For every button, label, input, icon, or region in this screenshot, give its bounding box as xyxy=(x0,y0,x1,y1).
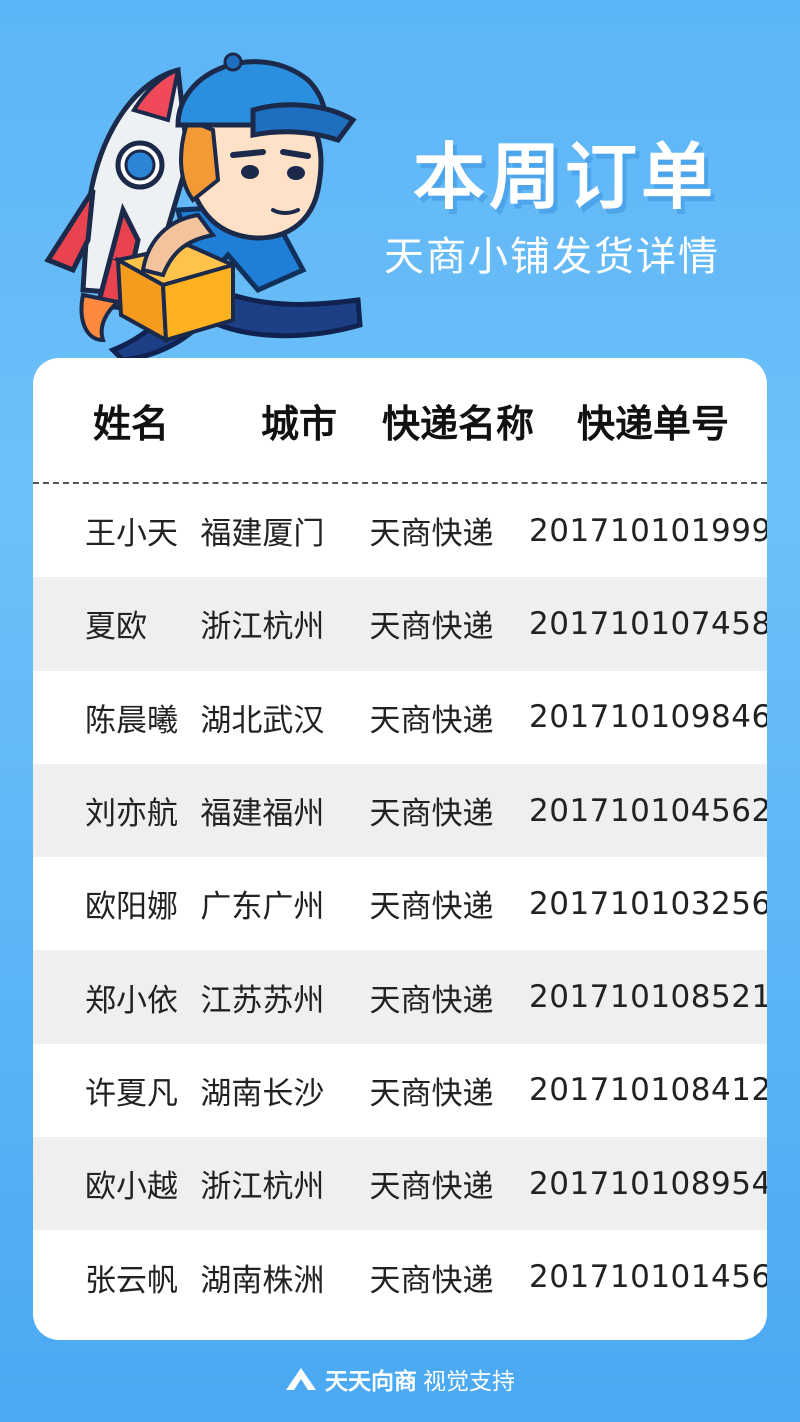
cell-city: 福建厦门 xyxy=(200,516,325,553)
cell-courier: 天商快递 xyxy=(369,982,494,1019)
cell-tracking: 201710101999 xyxy=(529,512,767,549)
table-row: 许夏凡 湖南长沙 天商快递 201710108412 xyxy=(33,1044,767,1137)
cell-tracking: 201710104562 xyxy=(529,792,767,829)
cell-courier: 天商快递 xyxy=(369,516,494,553)
cell-name: 欧小越 xyxy=(85,1169,178,1206)
cell-city: 湖北武汉 xyxy=(200,702,325,739)
cell-tracking: 201710103256 xyxy=(529,885,767,922)
cell-name: 刘亦航 xyxy=(85,796,178,833)
table-row: 欧小越 浙江杭州 天商快递 201710108954 xyxy=(33,1137,767,1231)
table-row: 欧阳娜 广东广州 天商快递 201710103256 xyxy=(33,857,767,950)
table-header: 姓名 城市 快递名称 快递单号 xyxy=(33,358,767,484)
cell-tracking: 201710107458 xyxy=(529,605,767,642)
courier-mascot-illustration xyxy=(44,52,363,360)
footer-brand: 天天向商 xyxy=(325,1369,417,1395)
page-subtitle: 天商小铺发货详情 xyxy=(384,234,720,280)
page-title: 本周订单 xyxy=(412,135,717,219)
cell-tracking: 201710101456 xyxy=(529,1259,767,1296)
cell-city: 福建福州 xyxy=(200,796,325,833)
cell-courier: 天商快递 xyxy=(369,702,494,739)
cell-city: 湖南长沙 xyxy=(200,1075,325,1112)
table-row: 刘亦航 福建福州 天商快递 201710104562 xyxy=(33,763,767,858)
table-row: 张云帆 湖南株洲 天商快递 201710101456 xyxy=(33,1230,767,1323)
cell-city: 湖南株洲 xyxy=(200,1262,325,1299)
column-header-tracking: 快递单号 xyxy=(576,401,729,446)
column-header-city: 城市 xyxy=(260,401,337,446)
cell-name: 许夏凡 xyxy=(85,1075,178,1112)
cell-tracking: 201710108521 xyxy=(529,979,767,1016)
cell-city: 广东广州 xyxy=(200,889,325,926)
table-row: 陈晨曦 湖北武汉 天商快递 201710109846 xyxy=(33,671,767,764)
cell-courier: 天商快递 xyxy=(369,889,494,926)
cell-courier: 天商快递 xyxy=(369,609,494,646)
cell-name: 郑小依 xyxy=(85,982,178,1019)
column-header-name: 姓名 xyxy=(92,401,169,446)
cell-city: 浙江杭州 xyxy=(200,1169,325,1206)
cell-name: 陈晨曦 xyxy=(85,702,178,739)
cell-courier: 天商快递 xyxy=(369,796,494,833)
cell-name: 夏欧 xyxy=(85,609,147,646)
cell-tracking: 201710108412 xyxy=(529,1072,767,1109)
cell-name: 王小天 xyxy=(85,516,178,553)
footer-support-text: 视觉支持 xyxy=(423,1369,515,1395)
table-row: 郑小依 江苏苏州 天商快递 201710108521 xyxy=(33,950,767,1044)
table-row: 王小天 福建厦门 天商快递 201710101999 xyxy=(33,484,767,577)
orders-table-card: 姓名 城市 快递名称 快递单号 王小天 福建厦门 天商快递 2017101019… xyxy=(33,358,767,1340)
cell-name: 张云帆 xyxy=(85,1262,178,1299)
footer-credit: 天天向商 视觉支持 xyxy=(0,1362,800,1396)
cell-courier: 天商快递 xyxy=(369,1169,494,1206)
tiantian-logo-icon xyxy=(286,1368,316,1390)
cell-courier: 天商快递 xyxy=(369,1262,494,1299)
cell-city: 浙江杭州 xyxy=(200,609,325,646)
table-row: 夏欧 浙江杭州 天商快递 201710107458 xyxy=(33,577,767,671)
cell-tracking: 201710108954 xyxy=(529,1165,767,1202)
cell-name: 欧阳娜 xyxy=(85,889,178,926)
column-header-courier: 快递名称 xyxy=(381,401,534,446)
cell-city: 江苏苏州 xyxy=(200,982,325,1019)
cell-tracking: 201710109846 xyxy=(529,699,767,736)
package-box-icon xyxy=(112,242,239,344)
cell-courier: 天商快递 xyxy=(369,1075,494,1112)
